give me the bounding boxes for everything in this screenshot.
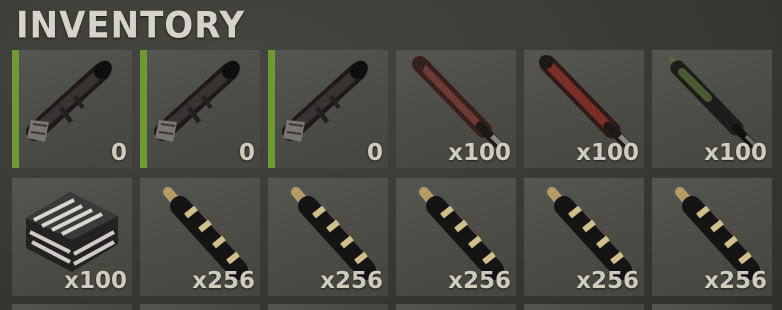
inventory-slot[interactable] bbox=[524, 304, 644, 310]
inventory-slot[interactable] bbox=[652, 304, 772, 310]
quantity-label: x256 bbox=[576, 268, 639, 294]
inventory-slot[interactable]: x256 bbox=[140, 178, 260, 296]
inventory-slot[interactable]: 0 bbox=[268, 50, 388, 168]
inventory-slot[interactable]: 0 bbox=[140, 50, 260, 168]
quantity-label: x256 bbox=[192, 268, 255, 294]
inventory-slot[interactable] bbox=[396, 304, 516, 310]
quantity-label: x100 bbox=[576, 140, 639, 166]
quantity-label: x256 bbox=[448, 268, 511, 294]
inventory-slot[interactable]: x100 bbox=[396, 50, 516, 168]
inventory-slot[interactable]: x256 bbox=[652, 178, 772, 296]
inventory-title: INVENTORY bbox=[16, 4, 246, 48]
inventory-slot[interactable]: x100 bbox=[524, 50, 644, 168]
inventory-slot[interactable]: x256 bbox=[396, 178, 516, 296]
quantity-label: x256 bbox=[320, 268, 383, 294]
quantity-label: 0 bbox=[366, 140, 383, 166]
inventory-slot[interactable] bbox=[12, 304, 132, 310]
inventory-slot[interactable]: x256 bbox=[268, 178, 388, 296]
inventory-grid: 0 0 0 x100 x100 x100 x100 x256 x256 x256… bbox=[12, 50, 782, 310]
quantity-label: 0 bbox=[110, 140, 127, 166]
inventory-slot[interactable]: 0 bbox=[12, 50, 132, 168]
quantity-label: 0 bbox=[238, 140, 255, 166]
quantity-label: x100 bbox=[704, 140, 767, 166]
inventory-slot[interactable]: x256 bbox=[524, 178, 644, 296]
quantity-label: x256 bbox=[704, 268, 767, 294]
inventory-slot[interactable] bbox=[268, 304, 388, 310]
inventory-slot[interactable]: x100 bbox=[12, 178, 132, 296]
inventory-slot[interactable] bbox=[140, 304, 260, 310]
inventory-slot[interactable]: x100 bbox=[652, 50, 772, 168]
quantity-label: x100 bbox=[64, 268, 127, 294]
quantity-label: x100 bbox=[448, 140, 511, 166]
